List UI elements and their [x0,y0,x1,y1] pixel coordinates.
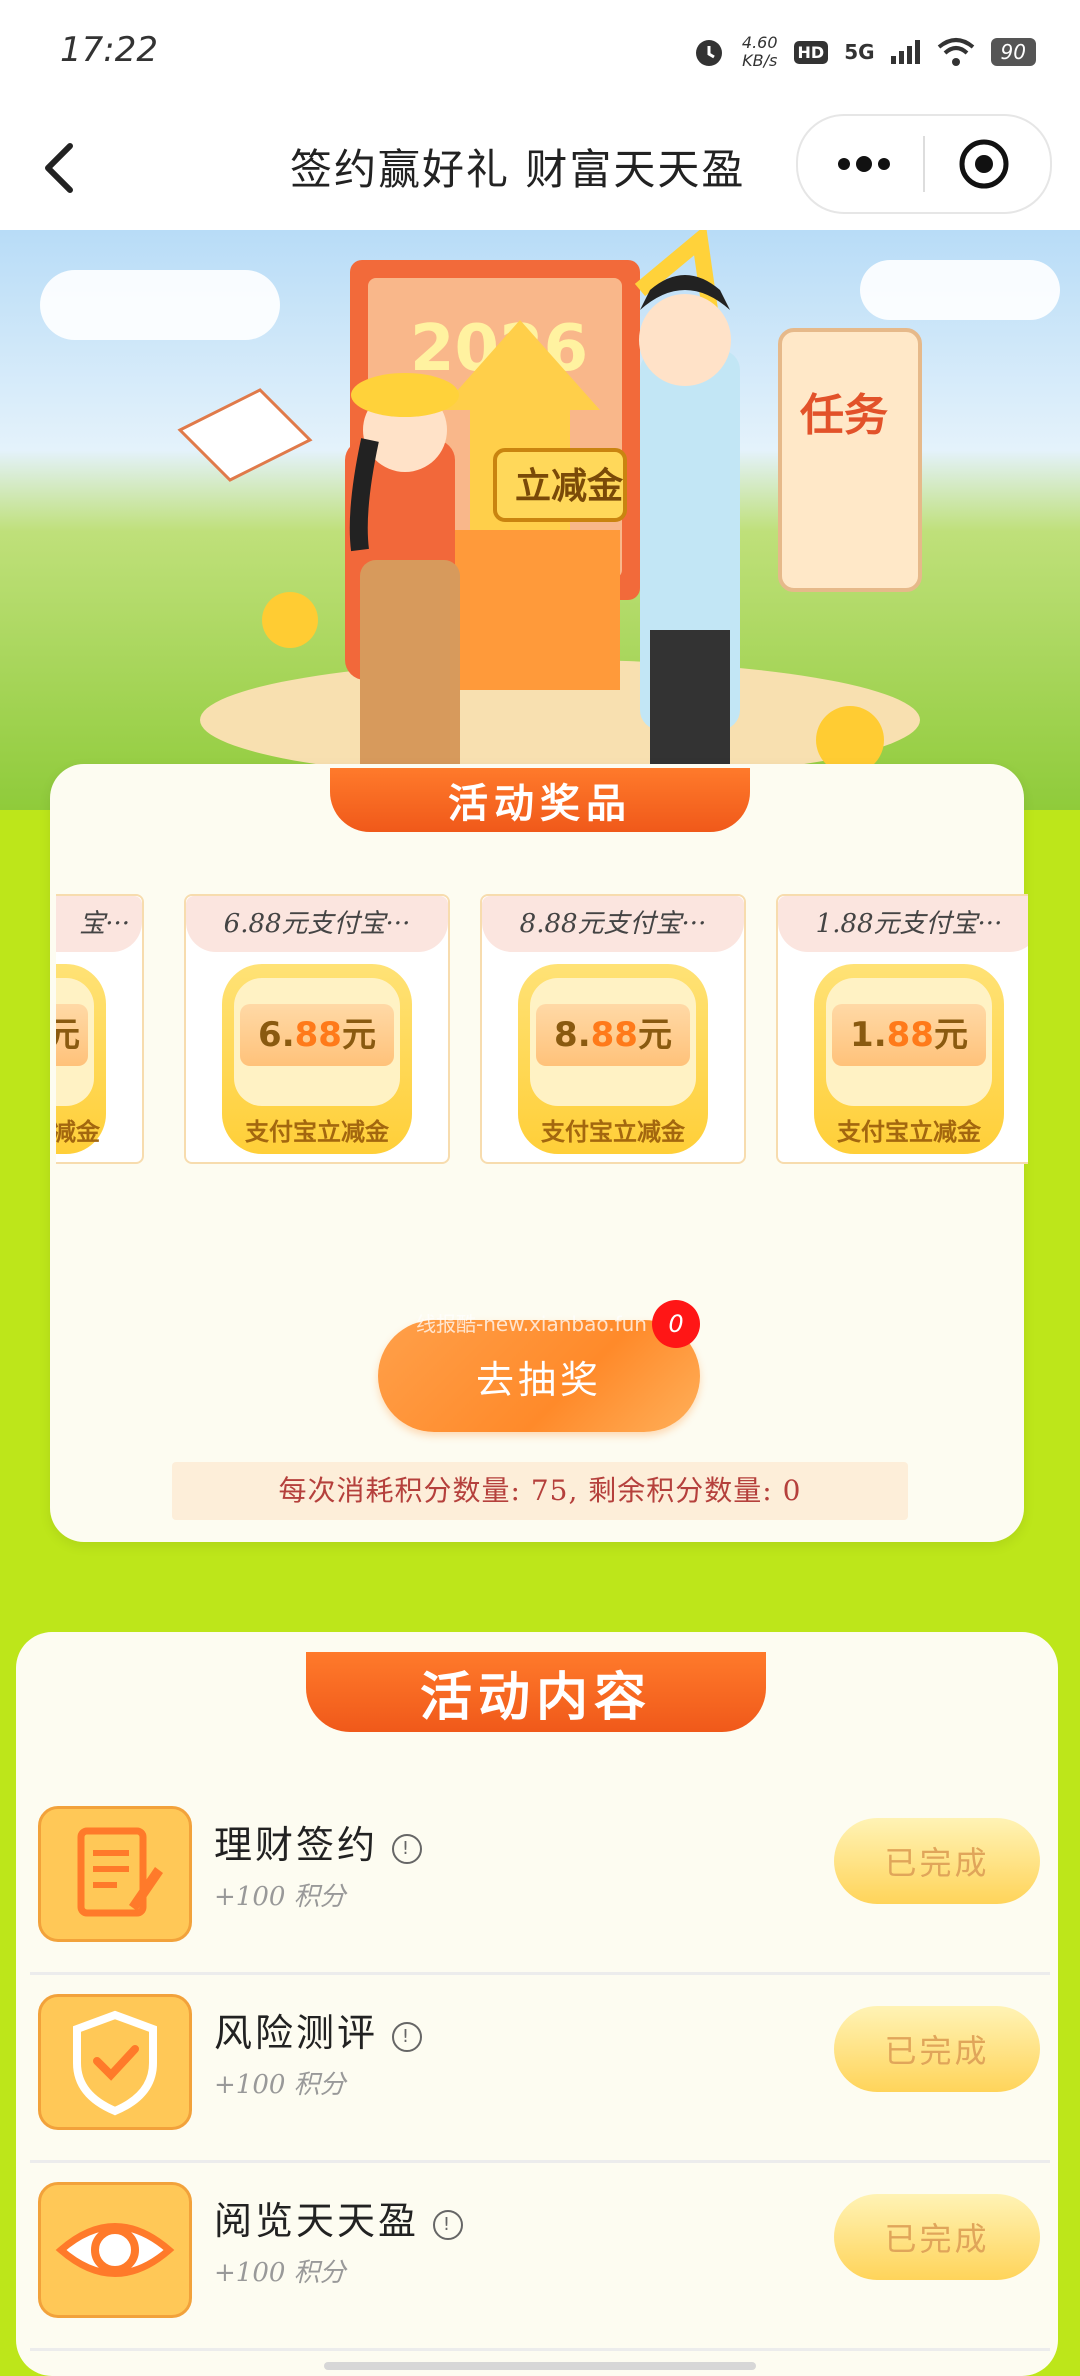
prize-badge-inner: 1.88元 [826,978,992,1106]
shield-check-icon [38,1994,192,2130]
prize-amount: 6.88元 [240,1004,394,1066]
watermark: 线报酷-new.xianbao.fun [416,1312,647,1336]
info-icon[interactable]: ! [392,2021,423,2052]
prize-amount: 8.88元 [536,1004,690,1066]
prize-badge: 8.88元 支付宝立减金 [518,964,708,1154]
prize-amount: 元 [56,1004,88,1066]
prize-section-header: 活动奖品 [330,768,750,832]
prize-subtitle: 支付宝立减金 [245,1118,389,1146]
prize-name: 宝··· [56,896,142,952]
prize-amount-int: 8. [554,1015,591,1055]
task-name-text: 理财签约 [214,1823,379,1867]
task-status-button[interactable]: 已完成 [834,1818,1040,1904]
prize-name: 6.88元支付宝··· [186,896,448,952]
wifi-icon [937,38,974,66]
task-name: 风险测评! [214,2002,423,2057]
task-name: 阅览天天盈! [214,2190,464,2245]
task-name-text: 风险测评 [214,2011,379,2055]
prize-item[interactable]: 6.88元支付宝··· 6.88元 支付宝立减金 [184,894,450,1164]
prize-subtitle: 支付宝立减金 [837,1118,981,1146]
status-icons: 4.60 KB/s HD 5G 90 [692,34,1036,70]
draw-button-label: 去抽奖 [475,1357,602,1402]
alarm-icon [695,40,722,66]
page-title: 签约赢好礼 财富天天盈 [290,145,746,194]
hd-icon: HD [793,40,829,64]
info-icon[interactable]: ! [433,2209,464,2240]
prize-amount-int: 1. [850,1015,887,1055]
prize-amount-int: 6. [258,1015,295,1055]
task-item: 阅览天天盈! +100 积分 已完成 [30,2172,1050,2351]
task-status-button[interactable]: 已完成 [834,2006,1040,2092]
prize-carousel[interactable]: 宝··· 元 减金 6.88元支付宝··· 6.88元 支付宝立减金 8.88元… [56,894,1028,1166]
more-dots-icon[interactable] [834,146,894,182]
speed-unit: KB/s [742,51,778,70]
nav-bar: 签约赢好礼 财富天天盈 [0,108,1080,230]
prize-badge: 6.88元 支付宝立减金 [222,964,412,1154]
prize-badge: 元 减金 [56,964,106,1154]
points-info: 每次消耗积分数量: 75, 剩余积分数量: 0 [172,1462,908,1520]
banner-scroll-text: 任务 [800,390,888,441]
prize-item[interactable]: 8.88元支付宝··· 8.88元 支付宝立减金 [480,894,746,1164]
home-indicator[interactable] [324,2362,756,2370]
status-bar: 17:22 4.60 KB/s HD 5G 90 [0,0,1080,108]
prize-amount-unit: 元 [637,1015,672,1055]
document-sign-icon [38,1806,192,1942]
back-arrow-icon[interactable] [34,132,94,202]
speed-value: 4.60 [741,33,778,52]
prize-badge: 1.88元 支付宝立减金 [814,964,1004,1154]
prize-amount-dec: 88 [590,1015,638,1055]
prize-badge-inner: 8.88元 [530,978,696,1106]
prize-subtitle: 减金 [56,1118,100,1146]
task-item: 风险测评! +100 积分 已完成 [30,1984,1050,2163]
info-icon[interactable]: ! [392,1833,423,1864]
prize-amount: 1.88元 [832,1004,986,1066]
draw-count-badge: 0 [652,1300,700,1348]
task-status-button[interactable]: 已完成 [834,2194,1040,2280]
signing-illustration: 2026 立减金 任务 [177,230,922,780]
prize-name: 1.88元支付宝··· [778,896,1028,952]
prize-section-title: 活动奖品 [448,781,632,827]
task-points: +100 积分 [214,2258,346,2288]
prize-amount-dec: 88 [886,1015,934,1055]
signal-bars-icon [890,40,920,64]
prize-badge-inner: 元 [56,978,94,1106]
task-name: 理财签约! [214,1814,423,1869]
task-item: 理财签约! +100 积分 已完成 [30,1796,1050,1975]
signal-5g-icon: 5G [844,40,875,64]
hero-banner: 2026 立减金 任务 [0,230,1080,810]
miniprogram-capsule [796,114,1052,214]
task-status-label: 已完成 [884,1844,990,1882]
prize-badge-inner: 6.88元 [234,978,400,1106]
close-target-icon[interactable] [958,138,1010,190]
prize-amount-dec: 88 [294,1015,342,1055]
prize-item[interactable]: 宝··· 元 减金 [56,894,144,1164]
prize-amount-unit: 元 [933,1015,968,1055]
task-status-label: 已完成 [884,2220,990,2258]
network-speed: 4.60 KB/s [742,34,778,70]
prize-amount-text: 元 [56,1015,80,1055]
activity-section-header: 活动内容 [306,1652,766,1732]
eye-icon [38,2182,192,2318]
banner-tag: 立减金 [515,465,624,507]
task-points: +100 积分 [214,1882,346,1912]
capsule-divider [923,136,925,192]
task-points: +100 积分 [214,2070,346,2100]
task-name-text: 阅览天天盈 [214,2199,420,2243]
task-status-label: 已完成 [884,2032,990,2070]
activity-section-title: 活动内容 [419,1667,652,1728]
prize-name: 8.88元支付宝··· [482,896,744,952]
battery-icon: 90 [990,38,1036,66]
prize-amount-unit: 元 [341,1015,376,1055]
status-time: 17:22 [60,30,158,70]
prize-subtitle: 支付宝立减金 [541,1118,685,1146]
prize-item[interactable]: 1.88元支付宝··· 1.88元 支付宝立减金 [776,894,1028,1164]
